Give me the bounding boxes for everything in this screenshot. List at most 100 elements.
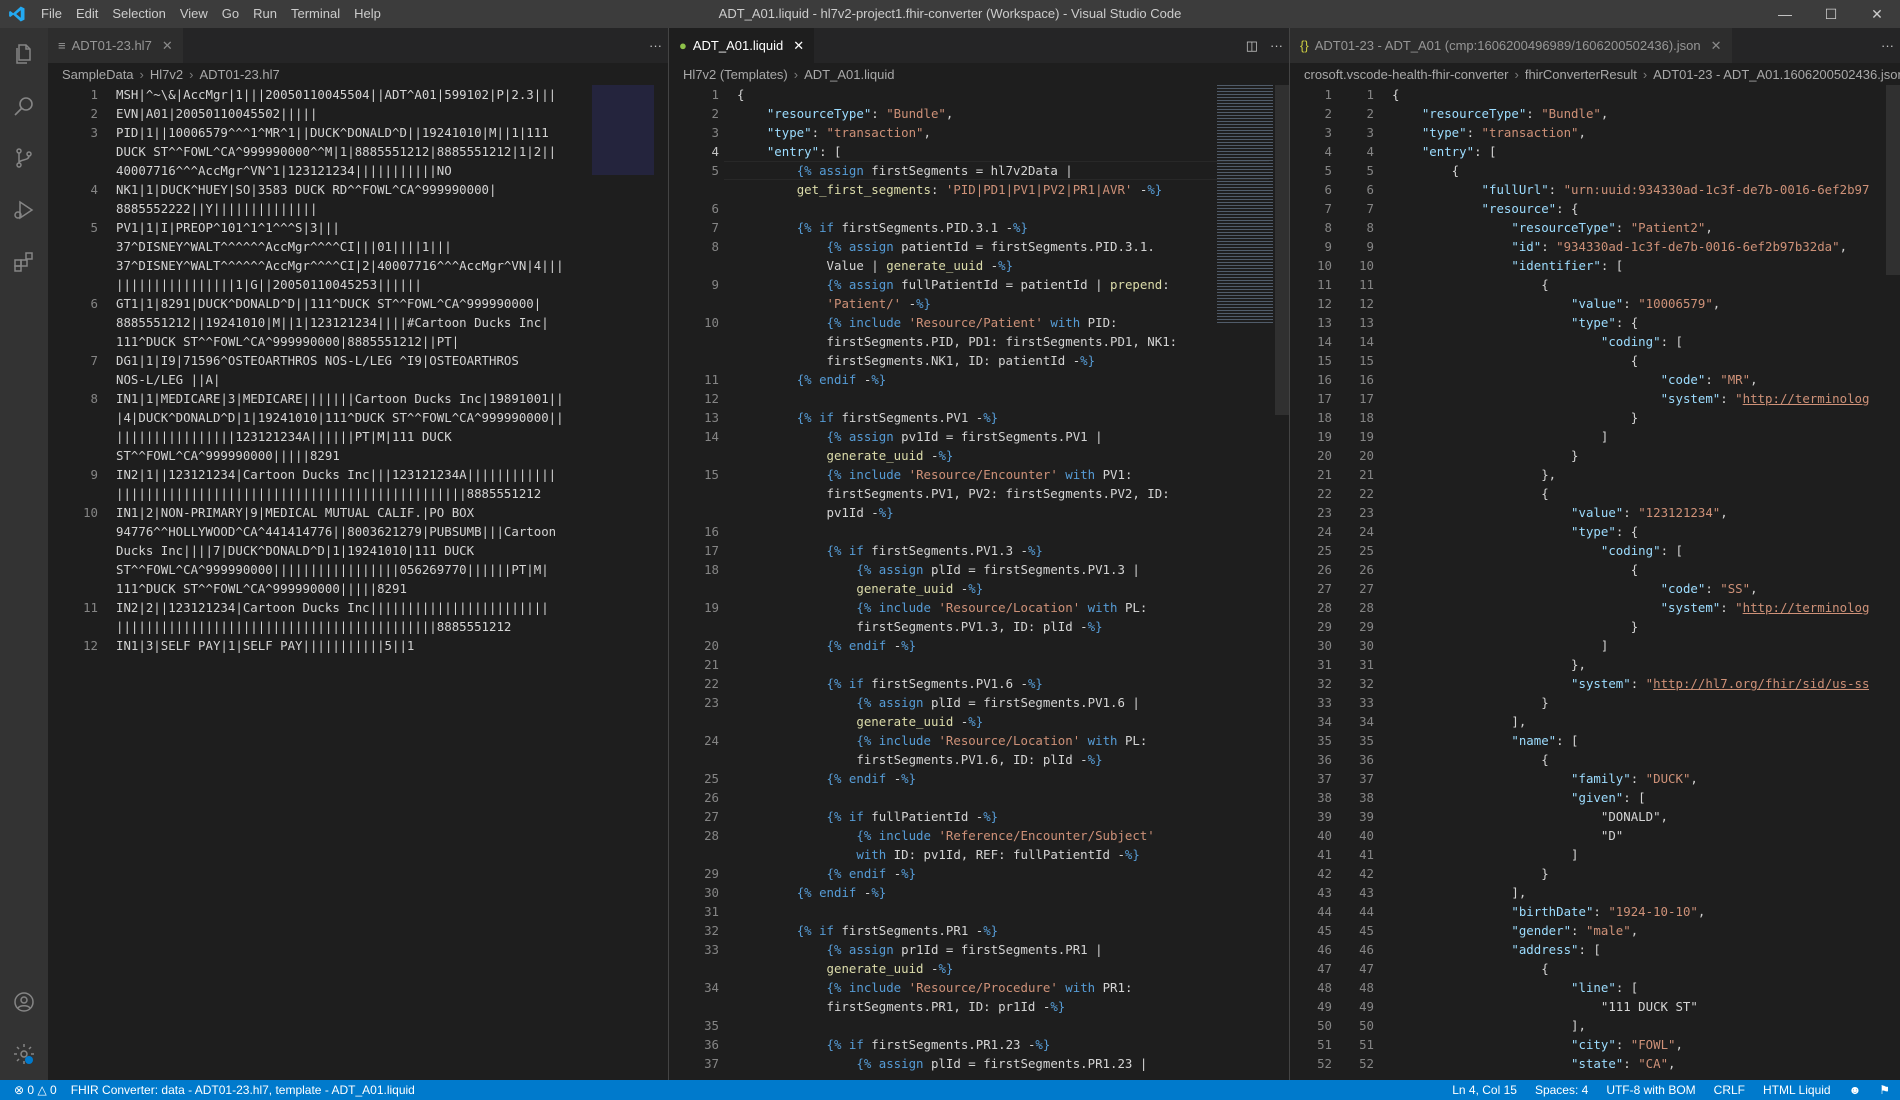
line-number: [48, 275, 98, 294]
breadcrumb-item[interactable]: crosoft.vscode-health-fhir-converter: [1304, 67, 1508, 82]
source-control-icon[interactable]: [0, 132, 48, 184]
code-line: 8885552222||Y||||||||||||||: [48, 199, 668, 218]
code-text: "code": "MR",: [1660, 372, 1758, 387]
feedback-icon[interactable]: ☻: [1849, 1083, 1862, 1097]
accounts-icon[interactable]: [0, 976, 48, 1028]
problems-indicator[interactable]: ⊗ 0 △ 0: [14, 1083, 57, 1097]
fhir-converter-status[interactable]: FHIR Converter: data - ADT01-23.hl7, tem…: [71, 1083, 415, 1097]
code-line: 11 {% endif -%}: [669, 370, 1289, 389]
close-tab-icon[interactable]: ✕: [1711, 38, 1722, 54]
editor-actions: ···: [1881, 28, 1894, 63]
menu-file[interactable]: File: [34, 0, 69, 28]
code-line: 30 30 ]: [1290, 636, 1900, 655]
line-number-original: 19: [1317, 429, 1332, 444]
code-line: 19 {% include 'Resource/Location' with P…: [669, 598, 1289, 617]
breadcrumb-item[interactable]: ADT_A01.liquid: [804, 67, 894, 82]
breadcrumb-item[interactable]: SampleData: [62, 67, 134, 82]
close-window-icon[interactable]: ✕: [1854, 0, 1900, 28]
line-number-modified: 27: [1359, 581, 1374, 596]
code-editor[interactable]: 1 MSH|^~\&|AccMgr|1|||20050110045504||ADT…: [48, 85, 668, 1080]
minimap[interactable]: [592, 85, 654, 175]
line-number: 4: [90, 182, 98, 197]
line-number-original: 32: [1317, 676, 1332, 691]
line-number: 7: [90, 353, 98, 368]
menu-run[interactable]: Run: [246, 0, 284, 28]
menu-view[interactable]: View: [173, 0, 215, 28]
line-number-modified: 18: [1359, 410, 1374, 425]
vertical-scrollbar[interactable]: [1886, 85, 1900, 275]
code-editor[interactable]: 1{2 "resourceType": "Bundle", 3 "type": "…: [669, 85, 1289, 1080]
extensions-icon[interactable]: [0, 236, 48, 288]
explorer-icon[interactable]: [0, 28, 48, 80]
line-number-original: 21: [1317, 467, 1332, 482]
line-number-modified: 41: [1359, 847, 1374, 862]
line-number: [669, 294, 719, 313]
line-number-original: 52: [1317, 1056, 1332, 1071]
minimap[interactable]: [1217, 85, 1273, 325]
more-actions-icon[interactable]: ···: [1270, 38, 1283, 53]
code-line: 16 16 "code": "MR",: [1290, 370, 1900, 389]
code-line: |4|DUCK^DONALD^D|1|19241010|111^DUCK ST^…: [48, 408, 668, 427]
code-text: {% assign patientId = firstSegments.PID.…: [826, 239, 1155, 254]
code-text: "resourceType": "Bundle",: [1421, 106, 1609, 121]
breadcrumb-item[interactable]: Hl7v2 (Templates): [683, 67, 788, 82]
code-line: firstSegments.PV1.6, ID: plId -%}: [669, 750, 1289, 769]
line-number-modified: 24: [1359, 524, 1374, 539]
line-number-modified: 9: [1366, 239, 1374, 254]
close-tab-icon[interactable]: ✕: [162, 38, 173, 54]
line-number-original: 3: [1324, 125, 1332, 140]
line-number-modified: 22: [1359, 486, 1374, 501]
line-number: 6: [90, 296, 98, 311]
end-of-line[interactable]: CRLF: [1714, 1083, 1745, 1097]
editor-actions: ···: [649, 28, 662, 63]
code-text: pv1Id -%}: [737, 505, 894, 520]
close-tab-icon[interactable]: ✕: [793, 38, 804, 54]
line-number-original: 18: [1317, 410, 1332, 425]
code-editor[interactable]: 1 1{2 2 "resourceType": "Bundle", 3 3 "type"…: [1290, 85, 1900, 1080]
tab-adt-a01-liquid[interactable]: ● ADT_A01.liquid ✕: [669, 28, 816, 63]
json-file-icon: {}: [1300, 38, 1309, 53]
language-mode[interactable]: HTML Liquid: [1763, 1083, 1831, 1097]
line-number-modified: 33: [1359, 695, 1374, 710]
menu-help[interactable]: Help: [347, 0, 388, 28]
tab-adt01-hl7[interactable]: ≡ ADT01-23.hl7 ✕: [48, 28, 184, 63]
indentation[interactable]: Spaces: 4: [1535, 1083, 1588, 1097]
more-actions-icon[interactable]: ···: [1881, 38, 1894, 53]
code-text: Value | generate_uuid -%}: [737, 258, 1014, 273]
code-text: },: [1392, 657, 1586, 672]
menu-go[interactable]: Go: [215, 0, 246, 28]
more-actions-icon[interactable]: ···: [649, 38, 662, 53]
line-number-original: 16: [1317, 372, 1332, 387]
breadcrumb-item[interactable]: fhirConverterResult: [1525, 67, 1637, 82]
notifications-bell-icon[interactable]: ⚑: [1879, 1083, 1890, 1097]
search-icon[interactable]: [0, 80, 48, 132]
code-text: "type": {: [1571, 315, 1639, 330]
menu-selection[interactable]: Selection: [105, 0, 172, 28]
breadcrumb-item[interactable]: ADT01-23.hl7: [199, 67, 279, 82]
tab-json-compare[interactable]: {} ADT01-23 - ADT_A01 (cmp:1606200496989…: [1290, 28, 1733, 63]
code-text: {% assign plId = firstSegments.PV1.3 |: [856, 562, 1140, 577]
cursor-position[interactable]: Ln 4, Col 15: [1452, 1083, 1517, 1097]
maximize-icon[interactable]: ☐: [1808, 0, 1854, 28]
encoding[interactable]: UTF-8 with BOM: [1606, 1083, 1695, 1097]
breadcrumb-item[interactable]: Hl7v2: [150, 67, 183, 82]
split-editor-icon[interactable]: ◫: [1246, 38, 1258, 54]
vertical-scrollbar[interactable]: [1275, 85, 1289, 415]
code-text: generate_uuid -%}: [826, 448, 954, 463]
minimize-icon[interactable]: —: [1762, 0, 1808, 28]
line-number-modified: 7: [1366, 201, 1374, 216]
manage-gear-icon[interactable]: [0, 1028, 48, 1080]
line-number-original: 31: [1317, 657, 1332, 672]
line-number: 10: [83, 505, 98, 520]
breadcrumb-item[interactable]: ADT01-23 - ADT_A01.1606200502436.jsor: [1653, 67, 1900, 82]
run-debug-icon[interactable]: [0, 184, 48, 236]
code-line: 9 9 "id": "934330ad-1c3f-de7b-0016-6ef2b9…: [1290, 237, 1900, 256]
line-number: 18: [704, 562, 719, 577]
code-text: 'Patient/' -%}: [826, 296, 931, 311]
code-text: {% include 'Reference/Encounter/Subject': [856, 828, 1155, 843]
line-number-original: 25: [1317, 543, 1332, 558]
line-number: [669, 617, 719, 636]
menu-edit[interactable]: Edit: [69, 0, 105, 28]
menu-terminal[interactable]: Terminal: [284, 0, 347, 28]
code-text: 37^DISNEY^WALT^^^^^^AccMgr^^^^CI|||01|||…: [116, 239, 452, 254]
